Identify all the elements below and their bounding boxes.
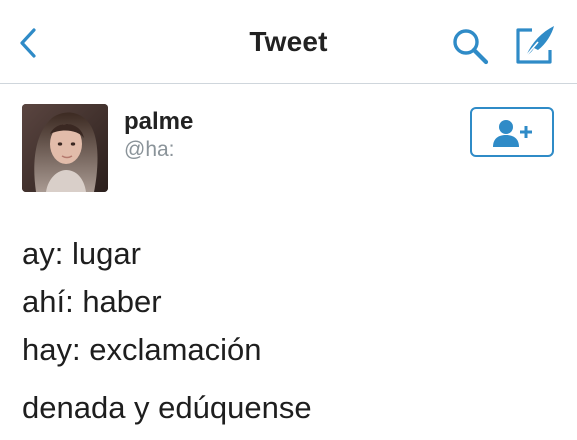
search-icon: [453, 29, 489, 65]
tweet-line: ahí: haber: [22, 284, 162, 319]
add-user-icon: [493, 120, 532, 147]
tweet-line: denada y edúquense: [22, 390, 312, 425]
tweet-text: ay: lugar ahí: haber hay: exclamación de…: [22, 230, 552, 432]
compose-button[interactable]: [512, 22, 560, 68]
tweet-screen: Tweet palme @ha: ay: lugar ahí: haber ha…: [0, 0, 577, 440]
search-button[interactable]: [448, 24, 494, 68]
author-handle: @ha:: [124, 138, 175, 161]
tweet-line: hay: exclamación: [22, 332, 262, 367]
compose-icon: [516, 26, 554, 64]
navigation-bar: Tweet: [0, 0, 577, 84]
avatar[interactable]: [22, 104, 108, 192]
tweet-line: ay: lugar: [22, 236, 141, 271]
follow-button[interactable]: [470, 107, 554, 157]
profile-photo: [22, 104, 108, 192]
author-name: palme: [124, 108, 194, 135]
